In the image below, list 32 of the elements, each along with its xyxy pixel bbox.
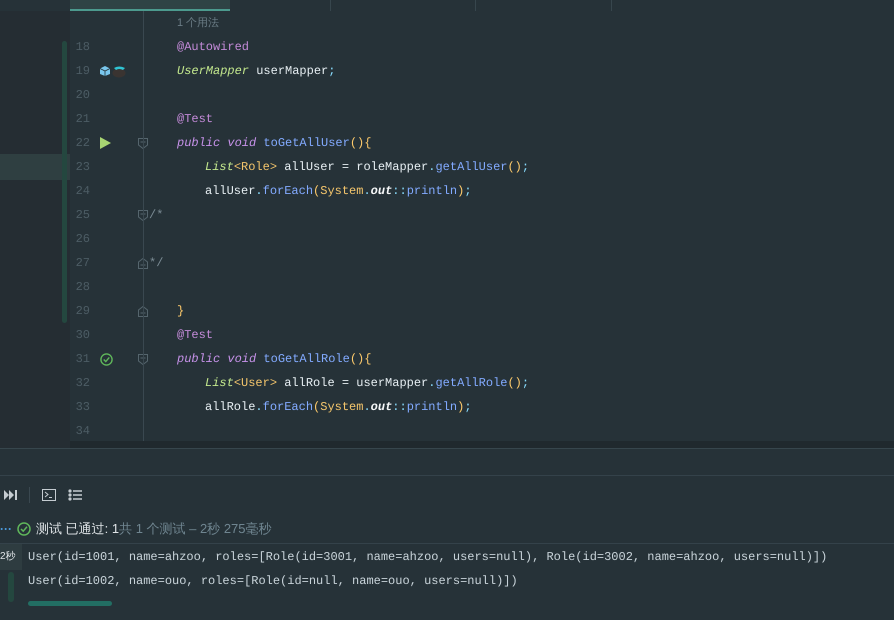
code-line: UserMapper userMapper; [176,63,336,80]
skip-forward-icon[interactable] [4,490,17,500]
code-line: @Autowired [176,39,250,56]
test-status: 测试 已通过: 1 [36,520,120,538]
list-icon[interactable] [68,489,82,501]
check-circle-icon[interactable] [100,352,113,366]
usage-hint[interactable]: 1 个用法 [177,14,220,32]
console-output-line: User(id=1001, name=ahzoo, roles=[Role(id=3001, name=ahzoo, users=null), Role(id=3002, name=ahzoo, users=null)]) [28,549,828,566]
code-line: List<User> allRole = userMapper.getAllRole(); [204,375,530,392]
row-highlight [0,154,70,180]
scrollbar-thumb[interactable] [62,41,67,323]
cube-icon[interactable] [100,66,110,76]
check-circle-icon [17,522,31,536]
scrollbar-thumb[interactable] [28,601,112,606]
code-line: List<Role> allUser = roleMapper.getAllUser(); [204,159,530,176]
code-line: } [176,303,184,320]
play-icon[interactable] [100,137,111,149]
code-line: */ [149,255,164,272]
console-output-line: User(id=1002, name=ouo, roles=[Role(id=null, name=ouo, users=null)]) [28,573,519,590]
code-line: @Test [176,327,214,344]
tree-item-duration[interactable]: 2秒 [0,544,22,570]
code-line: allRole.forEach(System.out::println); [204,399,472,416]
code-line: /* [149,207,164,224]
code-line: public void toGetAllUser(){ [176,135,372,152]
code-line: allUser.forEach(System.out::println); [204,183,472,200]
terminal-icon[interactable] [42,489,56,501]
code-line: @Test [176,111,214,128]
bird-icon[interactable] [111,64,127,78]
code-line: public void toGetAllRole(){ [176,351,372,368]
more-button[interactable]: ··· [0,520,12,538]
test-summary: 共 1 个测试 – 2秒 275毫秒 [119,520,272,538]
editor-tab[interactable] [70,0,230,11]
